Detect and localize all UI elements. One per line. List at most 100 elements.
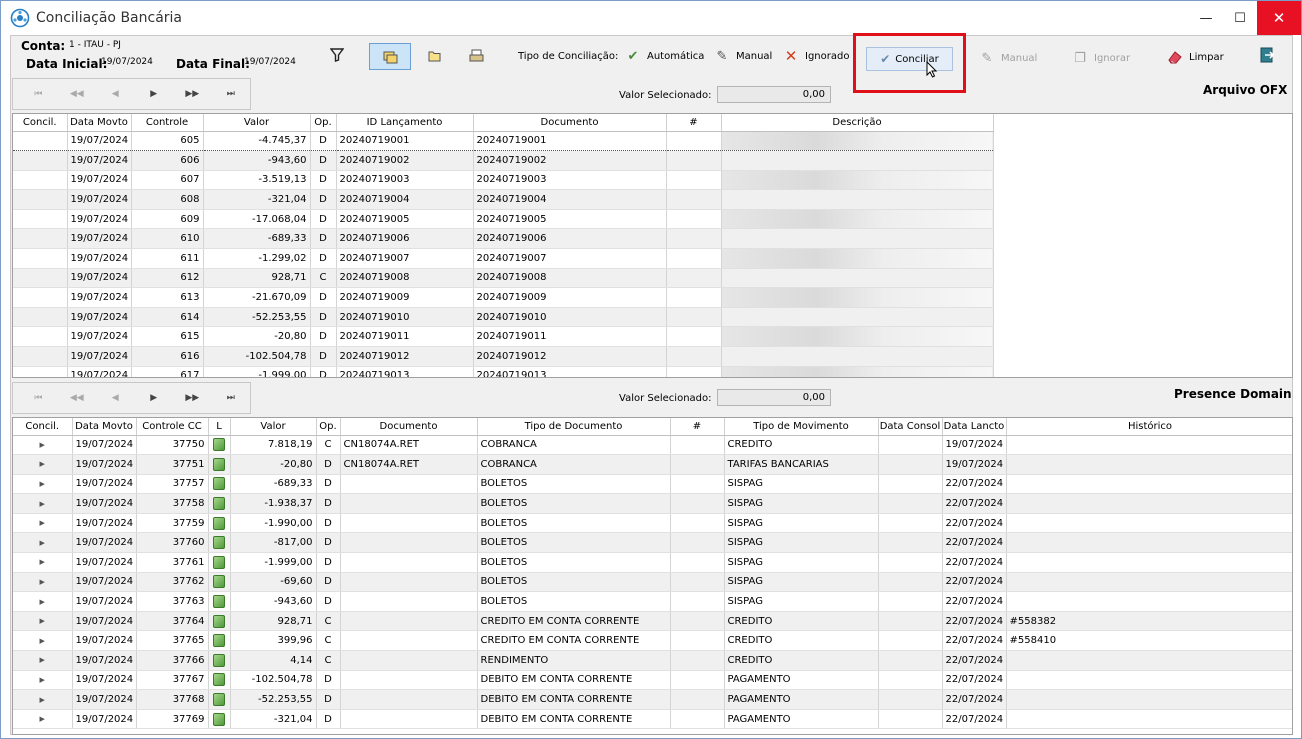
ignorado-option[interactable]: ✕ Ignorado bbox=[783, 47, 850, 65]
table-row[interactable]: ▶ 19/07/2024 37760 -817,00 D BOLETOS SISPAG 22/… bbox=[13, 532, 1292, 554]
table-row[interactable]: ▶ 19/07/2024 37761 -1.999,00 D BOLETOS SISPAG 2… bbox=[13, 552, 1292, 573]
domain-column-header[interactable]: Documento bbox=[340, 418, 478, 436]
table-row[interactable]: 19/07/2024 608 -321,04 D 20240719004 20240719… bbox=[13, 189, 994, 210]
row-expand-icon[interactable]: ▶ bbox=[13, 552, 73, 573]
row-expand-icon[interactable]: ▶ bbox=[13, 513, 73, 534]
domain-column-header[interactable]: Histórico bbox=[1006, 418, 1292, 436]
prev-page-icon[interactable]: ◀◀ bbox=[58, 393, 97, 403]
open-folder-button[interactable] bbox=[428, 50, 441, 62]
domain-column-header[interactable]: Data Consol bbox=[878, 418, 943, 436]
ofx-column-header[interactable]: ID Lançamento bbox=[336, 114, 474, 132]
row-expand-icon[interactable]: ▶ bbox=[13, 650, 73, 671]
ledger-icon[interactable] bbox=[213, 595, 225, 609]
print-button[interactable] bbox=[469, 49, 484, 63]
table-row[interactable]: ▶ 19/07/2024 37759 -1.990,00 D BOLETOS SISPAG 2… bbox=[13, 513, 1292, 534]
first-record-icon[interactable]: ⏮ bbox=[19, 89, 58, 99]
table-row[interactable]: ▶ 19/07/2024 37758 -1.938,37 D BOLETOS SISPAG 2… bbox=[13, 493, 1292, 514]
last-record-icon[interactable]: ⏭ bbox=[212, 393, 251, 403]
ofx-column-header[interactable]: Descrição bbox=[721, 114, 994, 132]
domain-column-header[interactable]: Data Lancto bbox=[942, 418, 1007, 436]
domain-column-header[interactable]: Op. bbox=[316, 418, 341, 436]
table-row[interactable]: ▶ 19/07/2024 37763 -943,60 D BOLETOS SISPAG 22/… bbox=[13, 591, 1292, 612]
table-row[interactable]: ▶ 19/07/2024 37766 4,14 C RENDIMENTO CREDITO 22… bbox=[13, 650, 1292, 671]
ofx-column-header[interactable]: Controle bbox=[131, 114, 204, 132]
table-row[interactable]: ▶ 19/07/2024 37757 -689,33 D BOLETOS SISPAG 22/… bbox=[13, 474, 1292, 495]
domain-column-header[interactable]: # bbox=[670, 418, 725, 436]
next-page-icon[interactable]: ▶▶ bbox=[173, 89, 212, 99]
ledger-icon[interactable] bbox=[213, 575, 225, 589]
filter-button[interactable] bbox=[330, 48, 344, 62]
table-row[interactable]: 19/07/2024 611 -1.299,02 D 20240719007 202407… bbox=[13, 248, 994, 269]
row-expand-icon[interactable]: ▶ bbox=[13, 532, 73, 554]
ledger-icon[interactable] bbox=[213, 653, 225, 667]
table-row[interactable]: 19/07/2024 607 -3.519,13 D 20240719003 202407… bbox=[13, 170, 994, 191]
row-expand-icon[interactable]: ▶ bbox=[13, 591, 73, 612]
view-toggle-button[interactable] bbox=[369, 43, 411, 70]
ledger-icon[interactable] bbox=[213, 634, 225, 648]
prev-record-icon[interactable]: ◀ bbox=[96, 89, 135, 99]
table-row[interactable]: 19/07/2024 617 -1.999,00 D 20240719013 202407… bbox=[13, 366, 994, 377]
limpar-button[interactable]: Limpar bbox=[1167, 50, 1224, 64]
row-expand-icon[interactable]: ▶ bbox=[13, 630, 73, 652]
domain-valor-field[interactable]: 0,00 bbox=[717, 389, 831, 406]
domain-column-header[interactable]: Tipo de Movimento bbox=[724, 418, 879, 436]
domain-column-header[interactable]: Tipo de Documento bbox=[477, 418, 671, 436]
table-row[interactable]: 19/07/2024 609 -17.068,04 D 20240719005 20240… bbox=[13, 209, 994, 230]
ofx-valor-field[interactable]: 0,00 bbox=[717, 86, 831, 103]
ledger-icon[interactable] bbox=[213, 438, 225, 452]
ignorar-button[interactable]: ❐ Ignorar bbox=[1072, 50, 1130, 66]
minimize-button[interactable]: — bbox=[1189, 1, 1223, 35]
table-row[interactable]: ▶ 19/07/2024 37767 -102.504,78 D DEBITO EM CO… bbox=[13, 670, 1292, 691]
row-expand-icon[interactable]: ▶ bbox=[13, 474, 73, 495]
table-row[interactable]: ▶ 19/07/2024 37762 -69,60 D BOLETOS SISPAG 22/0… bbox=[13, 572, 1292, 593]
next-record-icon[interactable]: ▶ bbox=[135, 89, 174, 99]
automatica-option[interactable]: ✔ Automática bbox=[625, 48, 705, 64]
table-row[interactable]: ▶ 19/07/2024 37751 -20,80 D CN18074A.RET COBRA… bbox=[13, 454, 1292, 475]
ledger-icon[interactable] bbox=[213, 693, 225, 707]
exit-button[interactable] bbox=[1259, 47, 1275, 63]
last-record-icon[interactable]: ⏭ bbox=[212, 89, 251, 99]
manual-action-button[interactable]: ✎ Manual bbox=[979, 50, 1038, 66]
next-page-icon[interactable]: ▶▶ bbox=[173, 393, 212, 403]
ledger-icon[interactable] bbox=[213, 712, 225, 726]
ledger-icon[interactable] bbox=[213, 497, 225, 511]
row-expand-icon[interactable]: ▶ bbox=[13, 493, 73, 514]
row-expand-icon[interactable]: ▶ bbox=[13, 689, 73, 710]
domain-column-header[interactable]: Valor bbox=[230, 418, 317, 436]
domain-column-header[interactable]: Concil. bbox=[13, 418, 73, 436]
table-row[interactable]: 19/07/2024 612 928,71 C 20240719008 202407190… bbox=[13, 268, 994, 289]
domain-column-header[interactable]: L bbox=[208, 418, 231, 436]
table-row[interactable]: 19/07/2024 614 -52.253,55 D 20240719010 20240… bbox=[13, 307, 994, 328]
domain-column-header[interactable]: Controle CC bbox=[136, 418, 209, 436]
row-expand-icon[interactable]: ▶ bbox=[13, 670, 73, 691]
table-row[interactable]: 19/07/2024 605 -4.745,37 D 20240719001 202407… bbox=[13, 130, 994, 152]
prev-record-icon[interactable]: ◀ bbox=[96, 393, 135, 403]
ofx-column-header[interactable]: Documento bbox=[473, 114, 667, 132]
table-row[interactable]: ▶ 19/07/2024 37769 -321,04 D DEBITO EM CONTA … bbox=[13, 709, 1292, 730]
table-row[interactable]: 19/07/2024 616 -102.504,78 D 20240719012 2024… bbox=[13, 346, 994, 367]
ledger-icon[interactable] bbox=[213, 477, 225, 491]
row-expand-icon[interactable]: ▶ bbox=[13, 435, 73, 456]
table-row[interactable]: 19/07/2024 606 -943,60 D 20240719002 20240719… bbox=[13, 150, 994, 171]
ledger-icon[interactable] bbox=[213, 457, 225, 471]
row-expand-icon[interactable]: ▶ bbox=[13, 454, 73, 475]
ofx-column-header[interactable]: Data Movto bbox=[67, 114, 132, 132]
row-expand-icon[interactable]: ▶ bbox=[13, 611, 73, 632]
ledger-icon[interactable] bbox=[213, 614, 225, 628]
table-row[interactable]: ▶ 19/07/2024 37764 928,71 C CREDITO EM CONTA … bbox=[13, 611, 1292, 632]
next-record-icon[interactable]: ▶ bbox=[135, 393, 174, 403]
table-row[interactable]: ▶ 19/07/2024 37765 399,96 C CREDITO EM CONTA … bbox=[13, 630, 1292, 652]
ledger-icon[interactable] bbox=[213, 673, 225, 687]
close-button[interactable]: ✕ bbox=[1257, 1, 1301, 35]
ledger-icon[interactable] bbox=[213, 536, 225, 550]
ofx-column-header[interactable]: Op. bbox=[310, 114, 337, 132]
manual-option[interactable]: ✎ Manual bbox=[714, 48, 773, 64]
maximize-button[interactable]: ☐ bbox=[1223, 1, 1257, 35]
domain-column-header[interactable]: Data Movto bbox=[72, 418, 137, 436]
ofx-column-header[interactable]: # bbox=[666, 114, 722, 132]
table-row[interactable]: ▶ 19/07/2024 37768 -52.253,55 D DEBITO EM CON… bbox=[13, 689, 1292, 710]
ledger-icon[interactable] bbox=[213, 516, 225, 530]
ledger-icon[interactable] bbox=[213, 555, 225, 569]
row-expand-icon[interactable]: ▶ bbox=[13, 709, 73, 730]
table-row[interactable]: 19/07/2024 615 -20,80 D 20240719011 202407190… bbox=[13, 326, 994, 348]
